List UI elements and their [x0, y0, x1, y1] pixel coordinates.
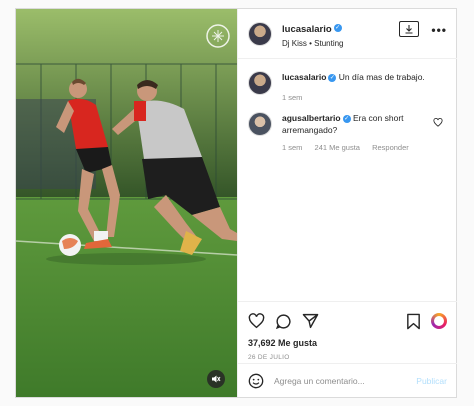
post-card: lucasalario ✓ Dj Kiss • Stunting ••• luca… [15, 8, 457, 398]
author-username[interactable]: lucasalario [282, 24, 332, 35]
comment-username[interactable]: agusalbertario [282, 113, 341, 123]
comment-heart-icon[interactable] [433, 118, 443, 127]
post-sidebar: lucasalario ✓ Dj Kiss • Stunting ••• luca… [237, 9, 457, 397]
heart-icon[interactable] [248, 313, 265, 329]
commenter-avatar[interactable] [248, 112, 272, 136]
add-comment-bar: Agrega un comentario... Publicar [238, 363, 457, 397]
reply-button[interactable]: Responder [372, 143, 409, 152]
post-actions: 37,692 Me gusta 26 DE JULIO [238, 301, 457, 361]
post-header: lucasalario ✓ Dj Kiss • Stunting ••• [238, 9, 457, 59]
comment-input[interactable]: Agrega un comentario... [274, 376, 416, 386]
author-avatar[interactable] [248, 21, 272, 46]
emoji-icon[interactable] [248, 373, 264, 389]
publish-button[interactable]: Publicar [416, 376, 447, 386]
verified-icon: ✓ [333, 23, 342, 32]
training-scene [16, 9, 237, 397]
club-crest-icon [206, 24, 230, 48]
verified-icon: ✓ [342, 114, 351, 123]
caption-text: Un día mas de trabajo. [338, 72, 425, 82]
comment-time[interactable]: 1 sem [282, 143, 302, 152]
download-icon [405, 25, 413, 34]
caption-time[interactable]: 1 sem [282, 93, 302, 102]
comment-item: agusalbertario ✓ Era con short arremangad… [238, 112, 457, 154]
more-options-icon[interactable]: ••• [431, 23, 447, 37]
download-button[interactable] [399, 21, 419, 37]
mute-icon [212, 375, 221, 383]
mute-button[interactable] [207, 370, 225, 388]
caption-avatar[interactable] [248, 71, 272, 95]
audio-label[interactable]: Dj Kiss • Stunting [282, 39, 344, 48]
comment-icon[interactable] [275, 313, 292, 330]
comment-likes[interactable]: 241 Me gusta [315, 143, 360, 152]
caption: lucasalario ✓ Un día mas de trabajo. 1 se… [238, 71, 457, 104]
likes-count[interactable]: 37,692 Me gusta [248, 338, 447, 348]
save-icon[interactable] [406, 313, 421, 330]
post-date: 26 DE JULIO [248, 354, 290, 361]
share-icon[interactable] [302, 313, 319, 329]
post-video[interactable] [16, 9, 237, 397]
verified-icon: ✓ [328, 73, 337, 82]
archive-ring-icon[interactable] [431, 313, 447, 329]
caption-username[interactable]: lucasalario [282, 72, 326, 82]
